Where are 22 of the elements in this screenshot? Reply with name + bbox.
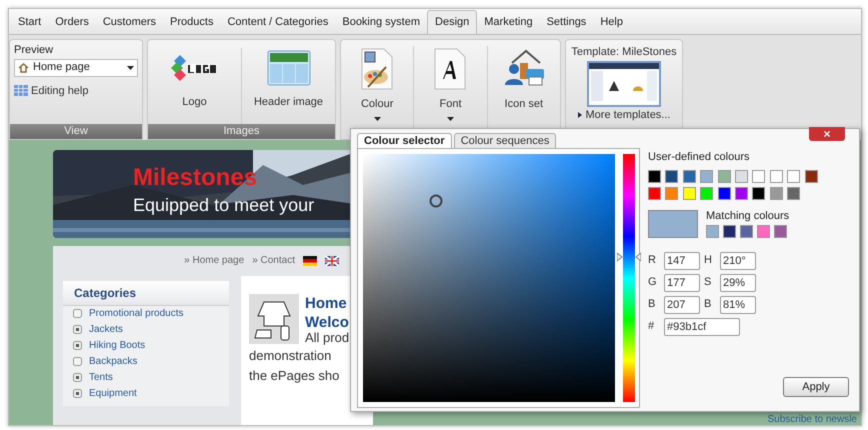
- field-label: #: [648, 319, 656, 334]
- shop-tagline: Equipped to meet your: [133, 196, 316, 214]
- group-label: Images: [148, 124, 335, 139]
- preview-label: Preview: [14, 43, 54, 58]
- field-label: B: [704, 297, 712, 312]
- template-title: Template: MileStones: [571, 45, 677, 60]
- body-text: the ePages sho: [249, 366, 340, 385]
- shop-title: Milestones: [133, 166, 258, 190]
- field-label: S: [704, 275, 712, 290]
- section-title: Matching colours: [706, 210, 790, 222]
- hex-value: #93b1cf: [667, 320, 706, 332]
- page-heading: Home: [305, 294, 348, 313]
- body-text: All prod: [305, 330, 350, 346]
- group-label: View: [10, 124, 142, 139]
- field-label: R: [648, 253, 657, 268]
- field-label: G: [648, 275, 658, 290]
- field-label: B: [648, 297, 656, 312]
- section-title: User-defined colours: [648, 150, 750, 165]
- body-text: demonstration: [249, 346, 332, 365]
- page-heading: Welco: [305, 312, 349, 332]
- categories-title: Categories: [63, 280, 229, 306]
- field-label: H: [704, 253, 713, 268]
